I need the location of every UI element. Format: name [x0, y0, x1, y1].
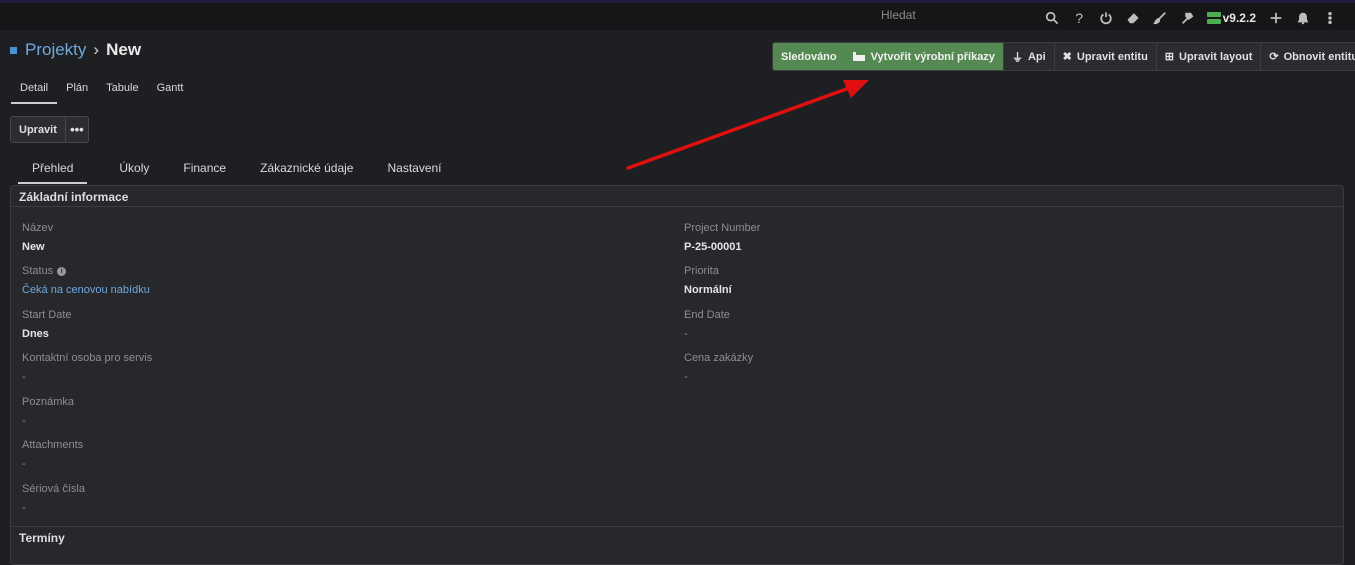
edit-entity-label: Upravit entitu	[1076, 50, 1148, 63]
followed-button[interactable]: Sledováno	[773, 43, 845, 70]
global-search-input[interactable]: Hledat	[881, 8, 916, 22]
tab-settings[interactable]: Nastavení	[383, 161, 445, 184]
tab-plan[interactable]: Plán	[57, 82, 97, 104]
tab-overview[interactable]: Přehled	[18, 161, 88, 184]
field-label: Status i	[22, 265, 150, 277]
field-value: -	[22, 458, 26, 470]
plug-icon: ⏚	[1011, 51, 1023, 64]
field-label: Sériová čísla	[22, 483, 85, 495]
version-label: v9.2.2	[1222, 11, 1256, 25]
field-value: New	[22, 241, 45, 253]
create-orders-label: Vytvořit výrobní příkazy	[870, 50, 995, 63]
top-icons: ? v9.2.2	[1039, 7, 1343, 29]
breadcrumb-separator: ›	[93, 40, 100, 59]
status-label-text: Status	[22, 265, 54, 277]
tab-finance[interactable]: Finance	[179, 161, 230, 184]
field-value: -	[684, 328, 688, 340]
field-value: -	[22, 371, 26, 383]
help-icon[interactable]: ?	[1066, 7, 1093, 29]
status-link[interactable]: Čeká na cenovou nabídku	[22, 284, 150, 296]
header-actions: Sledováno Vytvořit výrobní příkazy ⏚ Api…	[772, 42, 1355, 71]
field-serial-numbers: Sériová čísla -	[22, 483, 85, 514]
field-label: End Date	[684, 309, 730, 321]
field-priority: Priorita Normální	[684, 265, 732, 296]
tab-customer-data[interactable]: Zákaznické údaje	[256, 161, 357, 184]
field-end-date: End Date -	[684, 309, 730, 340]
edit-entity-button[interactable]: ✖ Upravit entitu	[1054, 43, 1157, 70]
top-bar: Hledat ? v9.2.2	[0, 0, 1355, 30]
field-label: Poznámka	[22, 396, 74, 408]
field-status: Status i Čeká na cenovou nabídku	[22, 265, 150, 296]
plus-icon[interactable]	[1262, 7, 1289, 29]
more-actions-button[interactable]: •••	[65, 117, 88, 142]
eraser-icon[interactable]	[1120, 7, 1147, 29]
edit-button-group: Upravit •••	[10, 116, 89, 143]
field-value: P-25-00001	[684, 241, 742, 253]
edit-layout-button[interactable]: ⊞ Upravit layout	[1156, 43, 1262, 70]
arrow-shaft	[626, 85, 854, 170]
section-tabs: Přehled Úkoly Finance Zákaznické údaje N…	[18, 161, 472, 184]
tab-board[interactable]: Tabule	[97, 82, 147, 104]
followed-label: Sledováno	[781, 50, 837, 63]
field-label: Project Number	[684, 222, 761, 234]
field-start-date: Start Date Dnes	[22, 309, 72, 340]
info-icon[interactable]: i	[57, 266, 67, 276]
entity-square-icon	[10, 46, 17, 54]
table-icon: ⊞	[1164, 51, 1175, 63]
field-label: Název	[22, 222, 54, 234]
api-label: Api	[1027, 50, 1046, 63]
bell-icon[interactable]	[1289, 7, 1316, 29]
panel-divider	[11, 206, 1343, 207]
field-label: Attachments	[22, 439, 84, 451]
field-service-contact: Kontaktní osoba pro servis -	[22, 352, 152, 383]
arrow-head	[843, 80, 869, 98]
tab-tasks[interactable]: Úkoly	[115, 161, 153, 184]
tools-icon: ✖	[1062, 51, 1072, 63]
kebab-icon[interactable]	[1316, 7, 1343, 29]
field-project-number: Project Number P-25-00001	[684, 222, 760, 253]
refresh-icon: ⟳	[1269, 51, 1279, 63]
field-value: -	[22, 502, 26, 514]
page-title: New	[106, 40, 142, 59]
refresh-entity-button[interactable]: ⟳ Obnovit entitu	[1261, 43, 1355, 70]
server-icon[interactable]	[1206, 12, 1221, 24]
field-value: Dnes	[22, 328, 49, 340]
section-title-dates: Termíny	[19, 531, 65, 545]
create-production-orders-button[interactable]: Vytvořit výrobní příkazy	[844, 43, 1004, 70]
field-label: Start Date	[22, 309, 72, 321]
refresh-entity-label: Obnovit entitu	[1283, 50, 1355, 63]
field-attachments: Attachments -	[22, 439, 83, 470]
field-label: Cena zakázky	[684, 352, 754, 364]
field-value: -	[684, 371, 688, 383]
field-label: Priorita	[684, 265, 719, 277]
view-tabs: Detail Plán Tabule Gantt	[11, 82, 192, 104]
basic-info-panel: Základní informace Název New Project Num…	[10, 185, 1344, 565]
search-icon[interactable]	[1039, 7, 1066, 29]
hammer-icon[interactable]	[1174, 7, 1201, 29]
api-button[interactable]: ⏚ Api	[1003, 43, 1055, 70]
field-name: Název New	[22, 222, 53, 253]
panel-title: Základní informace	[19, 190, 129, 204]
field-value: Normální	[684, 284, 732, 296]
field-value: -	[22, 415, 26, 427]
field-note: Poznámka -	[22, 396, 74, 427]
brush-icon[interactable]	[1147, 7, 1174, 29]
field-label: Kontaktní osoba pro servis	[22, 352, 153, 364]
edit-button[interactable]: Upravit	[11, 117, 66, 142]
edit-layout-label: Upravit layout	[1179, 50, 1253, 63]
power-icon[interactable]	[1093, 7, 1120, 29]
section-divider	[11, 526, 1343, 527]
breadcrumb: Projekty › New	[10, 40, 141, 60]
field-order-price: Cena zakázky -	[684, 352, 753, 383]
tab-detail[interactable]: Detail	[11, 82, 58, 104]
tab-gantt[interactable]: Gantt	[148, 82, 193, 104]
factory-icon	[852, 52, 865, 61]
breadcrumb-projects-link[interactable]: Projekty	[25, 40, 86, 60]
